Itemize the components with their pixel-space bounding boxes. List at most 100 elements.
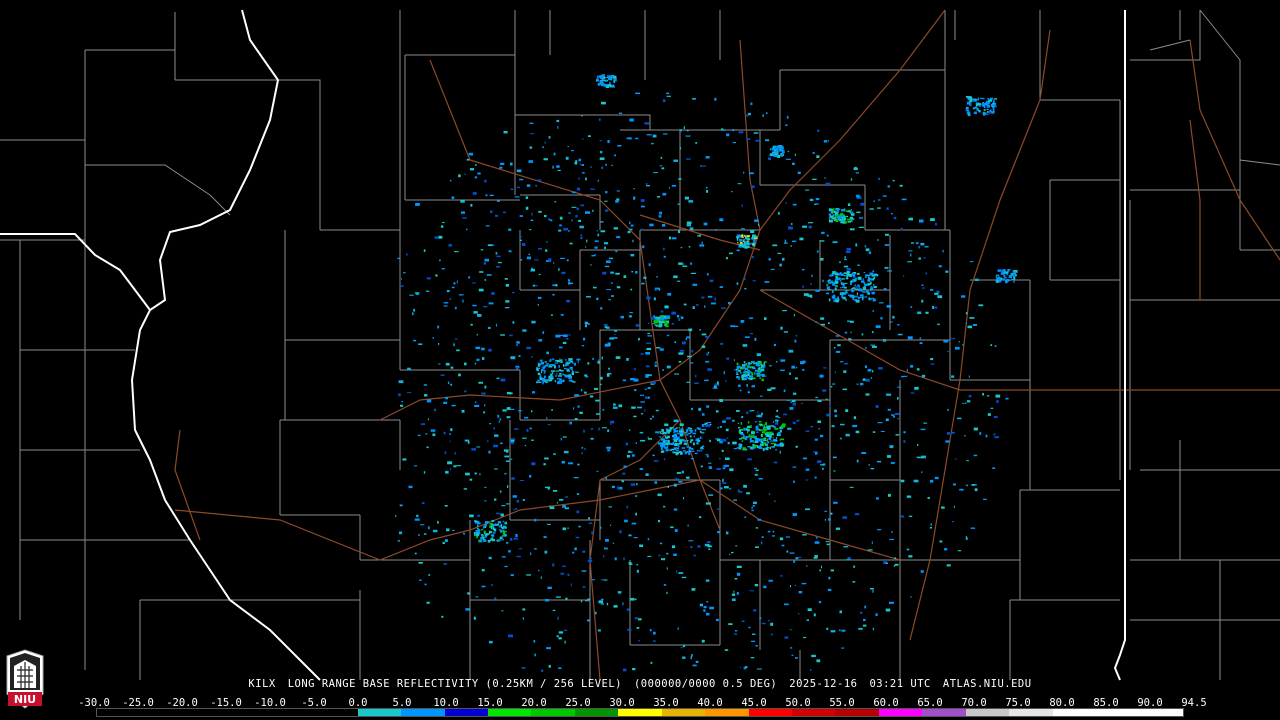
- echo-speck: [973, 98, 976, 102]
- echo-speck: [993, 98, 998, 100]
- echo-speck: [453, 465, 457, 468]
- echo-speck: [541, 368, 544, 372]
- echo-speck: [688, 540, 694, 542]
- echo-speck: [516, 186, 520, 189]
- echo-speck: [500, 334, 505, 336]
- echo-speck: [518, 355, 521, 357]
- echo-speck: [802, 269, 805, 271]
- echo-speck: [682, 656, 686, 659]
- echo-speck: [695, 374, 697, 378]
- echo-speck: [615, 200, 619, 203]
- echo-speck: [439, 259, 441, 262]
- echo-speck: [501, 505, 506, 507]
- echo-speck: [968, 96, 973, 99]
- echo-speck: [824, 177, 826, 179]
- echo-speck: [761, 412, 763, 416]
- echo-speck: [576, 207, 579, 211]
- echo-speck: [630, 597, 635, 601]
- echo-speck: [858, 296, 860, 300]
- echo-speck: [930, 363, 935, 365]
- echo-speck: [512, 291, 515, 294]
- echo-speck: [645, 352, 650, 355]
- echo-speck: [490, 538, 494, 541]
- echo-speck: [840, 273, 844, 276]
- echo-speck: [826, 292, 830, 295]
- echo-speck: [738, 131, 744, 134]
- echo-speck: [968, 102, 972, 104]
- echo-speck: [874, 274, 879, 277]
- echo-speck: [433, 529, 438, 533]
- echo-speck: [746, 384, 748, 387]
- echo-speck: [477, 314, 482, 317]
- echo-speck: [555, 373, 558, 375]
- echo-speck: [834, 279, 838, 282]
- echo-speck: [706, 455, 709, 458]
- echo-speck: [653, 460, 659, 462]
- echo-speck: [706, 612, 710, 616]
- scale-swatch: [314, 709, 358, 716]
- echo-speck: [560, 572, 565, 575]
- echo-speck: [443, 302, 449, 304]
- echo-speck: [930, 218, 935, 221]
- echo-speck: [674, 443, 678, 446]
- echo-speck: [841, 283, 846, 285]
- echo-speck: [513, 537, 518, 540]
- echo-speck: [558, 631, 564, 634]
- echo-speck: [552, 490, 558, 492]
- echo-speck: [607, 449, 611, 452]
- echo-speck: [578, 525, 581, 528]
- echo-speck: [845, 215, 849, 218]
- echo-speck: [558, 637, 562, 640]
- echo-speck: [562, 527, 567, 531]
- echo-speck: [749, 446, 753, 449]
- echo-speck: [498, 420, 500, 423]
- echo-speck: [758, 423, 763, 426]
- echo-speck: [861, 280, 865, 283]
- echo-speck: [583, 337, 586, 341]
- echo-speck: [788, 349, 794, 353]
- echo-speck: [986, 98, 989, 100]
- echo-speck: [497, 521, 501, 524]
- echo-speck: [825, 182, 831, 185]
- echo-speck: [547, 486, 550, 490]
- echo-speck: [798, 591, 803, 594]
- echo-speck: [415, 293, 419, 295]
- echo-speck: [660, 156, 663, 159]
- echo-speck: [553, 453, 556, 455]
- echo-speck: [843, 275, 846, 277]
- echo-speck: [454, 251, 459, 253]
- echo-speck: [543, 214, 547, 218]
- echo-speck: [810, 282, 812, 286]
- echo-speck: [872, 310, 875, 312]
- echo-speck: [877, 422, 883, 424]
- echo-speck: [487, 244, 492, 247]
- echo-speck: [617, 591, 622, 594]
- echo-speck: [635, 271, 638, 274]
- echo-speck: [602, 271, 607, 275]
- echo-speck: [676, 447, 680, 449]
- echo-speck: [856, 383, 859, 385]
- echo-speck: [610, 271, 615, 274]
- echo-speck: [844, 256, 846, 259]
- echo-speck: [995, 280, 999, 282]
- echo-speck: [664, 423, 669, 426]
- echo-speck: [783, 413, 788, 416]
- echo-speck: [774, 500, 776, 502]
- echo-speck: [823, 140, 828, 143]
- echo-speck: [832, 456, 837, 459]
- echo-speck: [609, 257, 614, 260]
- echo-speck: [706, 422, 712, 423]
- echo-speck: [725, 257, 728, 260]
- echo-speck: [585, 211, 590, 214]
- echo-speck: [534, 548, 537, 550]
- echo-speck: [736, 234, 741, 237]
- echo-speck: [611, 485, 615, 488]
- echo-speck: [578, 177, 580, 180]
- echo-speck: [488, 533, 490, 535]
- echo-speck: [850, 209, 852, 211]
- echo-speck: [744, 287, 747, 290]
- echo-speck: [609, 337, 614, 340]
- echo-speck: [870, 468, 875, 470]
- echo-speck: [659, 436, 661, 438]
- echo-speck: [566, 259, 569, 262]
